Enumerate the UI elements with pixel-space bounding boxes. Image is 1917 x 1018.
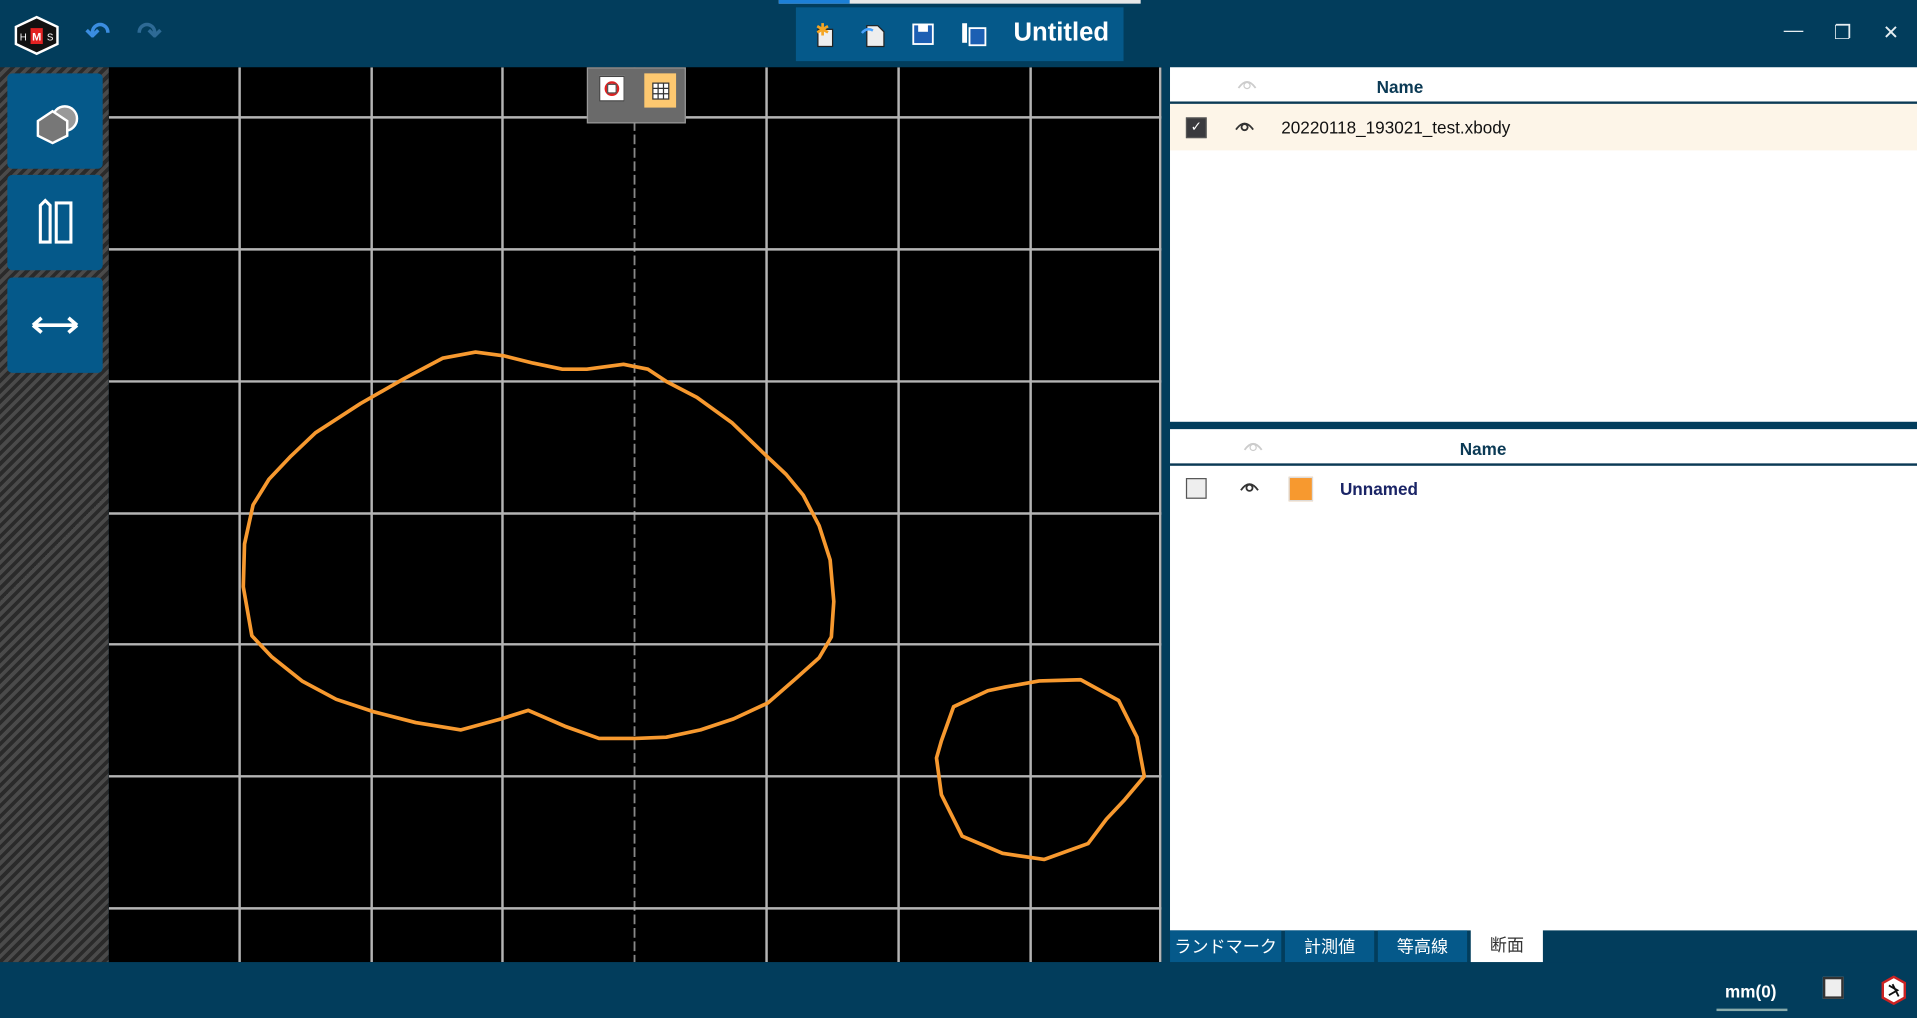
redo-icon: ↷ (136, 16, 162, 50)
visibility-header-icon (1243, 442, 1263, 452)
svg-text:✱: ✱ (815, 21, 829, 40)
section-view (108, 67, 1162, 963)
dimension-tool-icon (31, 316, 79, 334)
minimize-button[interactable]: — (1784, 21, 1804, 43)
close-button[interactable]: ✕ (1883, 21, 1899, 45)
fit-view-icon (604, 81, 620, 96)
name-column-header[interactable]: Name (1460, 439, 1507, 459)
section-list-header: Name (1170, 429, 1917, 466)
name-column-header[interactable]: Name (1377, 77, 1424, 97)
new-file-icon: ✱ (815, 21, 834, 48)
tab-contours[interactable]: 等高線 (1377, 930, 1468, 963)
new-file-button[interactable]: ✱ (806, 17, 840, 51)
tab-section[interactable]: 断面 (1470, 926, 1543, 963)
svg-text:S: S (47, 32, 54, 43)
grid (108, 67, 1162, 963)
measure-tool-icon (38, 198, 73, 244)
document-title: Untitled (1013, 18, 1110, 47)
section-curve-small[interactable] (934, 677, 1147, 862)
dimension-tool-button[interactable] (7, 277, 103, 373)
section-curve-large[interactable] (241, 350, 836, 741)
save-button[interactable] (906, 17, 940, 51)
undo-button[interactable]: ↶ (81, 16, 115, 50)
fit-view-button[interactable] (599, 75, 625, 102)
shape-tool-icon (36, 105, 79, 145)
open-file-icon (860, 25, 885, 48)
measure-tool-button[interactable] (7, 174, 103, 271)
section-row[interactable]: Unnamed (1170, 466, 1917, 512)
body-name: 20220118_193021_test.xbody (1281, 117, 1511, 137)
title-bar: MH S ↶ ↷ ✱ Untitled — ❐ ✕ (0, 0, 1917, 68)
body-checkbox[interactable]: ✓ (1185, 117, 1207, 139)
body-row[interactable]: ✓ 20220118_193021_test.xbody (1170, 103, 1917, 151)
viewport-canvas[interactable] (108, 67, 1162, 963)
save-icon (912, 23, 934, 45)
grid-toggle-icon (651, 81, 669, 100)
file-toolbar: ✱ Untitled (795, 7, 1124, 62)
view-toggle-group (586, 67, 686, 124)
section-color-swatch[interactable] (1288, 476, 1314, 502)
svg-text:H: H (20, 32, 27, 43)
app-mini-logo-icon[interactable] (1880, 975, 1907, 1005)
svg-text:M: M (32, 31, 41, 43)
status-bar: mm(0) (0, 962, 1917, 1018)
tab-strip (778, 0, 1141, 4)
section-name: Unnamed (1339, 479, 1418, 499)
save-as-button[interactable] (956, 17, 990, 51)
unit-underline (1716, 1008, 1788, 1012)
unit-selector[interactable]: mm(0) (1725, 982, 1776, 1002)
left-toolbar (0, 67, 109, 963)
save-as-icon (962, 23, 987, 47)
redo-button[interactable]: ↷ (132, 16, 166, 50)
undo-icon: ↶ (85, 16, 111, 50)
tab-measurements[interactable]: 計測値 (1284, 930, 1375, 963)
section-list-panel: Name Unnamed (1170, 429, 1917, 931)
tab-landmark[interactable]: ランドマーク (1170, 930, 1282, 963)
visibility-header-icon (1237, 81, 1257, 90)
eye-icon[interactable] (1238, 478, 1260, 493)
open-file-button[interactable] (856, 17, 890, 51)
view-mode-button[interactable] (1822, 976, 1844, 999)
shape-tool-button[interactable] (7, 73, 103, 169)
restore-button[interactable]: ❐ (1834, 21, 1852, 45)
section-checkbox[interactable] (1185, 478, 1207, 499)
app-logo: MH S (12, 15, 61, 63)
grid-toggle-button[interactable] (644, 73, 677, 108)
body-list-panel: Name ✓ 20220118_193021_test.xbody (1170, 67, 1917, 422)
body-list-header: Name (1170, 67, 1917, 104)
eye-icon[interactable] (1234, 117, 1256, 132)
